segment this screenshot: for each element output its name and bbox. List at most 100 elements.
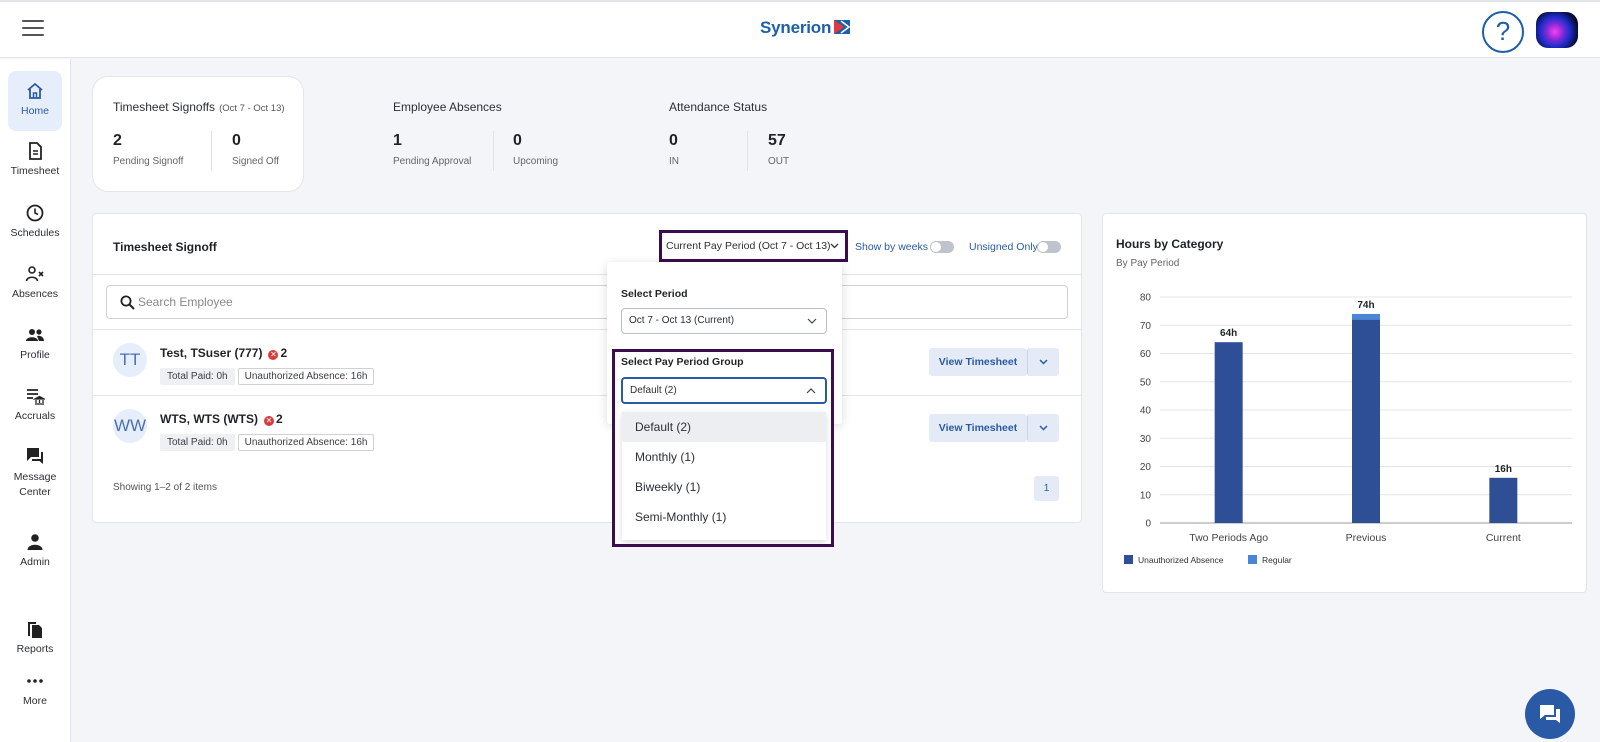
sidebar-item-profile[interactable]: Profile [8, 325, 62, 361]
total-paid-chip: Total Paid: 0h [160, 368, 235, 385]
row-menu-button[interactable] [1027, 348, 1059, 376]
user-avatar[interactable] [1536, 12, 1578, 48]
divider [93, 395, 1081, 396]
sidebar-item-label: Reports [16, 643, 54, 655]
hours-by-category-chart: 0 10 20 30 40 50 60 70 80 64h Two Periods Ago 74h Pr… [1124, 293, 1572, 565]
sidebar-item-reports[interactable]: Reports [8, 619, 62, 655]
x-tick-label: Previous [1346, 532, 1387, 544]
divider [93, 329, 1081, 330]
option-semi-monthly[interactable]: Semi-Monthly (1) [622, 502, 826, 532]
bar-unauthorized-absence [1352, 319, 1380, 523]
view-timesheet-button[interactable]: View Timesheet [929, 348, 1027, 376]
error-icon: ✕ [263, 416, 274, 426]
data-label: 64h [1220, 328, 1237, 339]
sidebar-item-accruals[interactable]: Accruals [8, 386, 62, 422]
sidebar-item-label: Accruals [14, 410, 56, 422]
data-label: 74h [1357, 300, 1374, 311]
attendance-title: Attendance Status [669, 100, 768, 114]
table-row-name[interactable]: Test, TSuser (777) ✕ 2 [160, 346, 287, 360]
pay-period-button[interactable]: Current Pay Period (Oct 7 - Oct 13) [659, 230, 848, 262]
x-tick-label: Current [1486, 532, 1521, 544]
signoffs-range: (Oct 7 - Oct 13) [219, 103, 285, 114]
y-tick-label: 70 [1140, 321, 1152, 332]
bar-unauthorized-absence [1214, 342, 1243, 523]
row-menu-button[interactable] [1027, 414, 1059, 442]
pagination-summary: Showing 1–2 of 2 items [113, 482, 217, 493]
chat-button[interactable] [1525, 689, 1575, 739]
show-by-weeks-toggle[interactable] [930, 241, 954, 253]
option-monthly[interactable]: Monthly (1) [622, 442, 826, 472]
sidebar-item-timesheet[interactable]: Timesheet [8, 141, 62, 177]
sidebar-item-label: Profile [20, 349, 50, 361]
search-input[interactable]: Search Employee [106, 285, 1068, 319]
search-icon [120, 295, 135, 310]
divider [747, 131, 748, 171]
page-1-button[interactable]: 1 [1034, 476, 1059, 501]
list-bank-icon [27, 389, 45, 405]
chevron-down-icon [1039, 359, 1048, 365]
y-tick-label: 60 [1140, 349, 1152, 360]
pay-period-group-select[interactable]: Default (2) [621, 377, 827, 404]
app-logo: Synerion [760, 18, 851, 38]
period-select[interactable]: Oct 7 - Oct 13 (Current) [621, 308, 827, 334]
sidebar-item-absences[interactable]: Absences [8, 264, 62, 300]
absence-chip: Unauthorized Absence: 16h [237, 434, 375, 451]
menu-icon[interactable] [22, 20, 44, 36]
table-row-name[interactable]: WTS, WTS (WTS) ✕ 2 [160, 412, 283, 426]
chevron-down-icon [807, 318, 817, 324]
divider [493, 131, 494, 171]
sidebar-item-label: Absences [11, 288, 59, 300]
sidebar-item-label: Schedules [10, 227, 60, 239]
sidebar-item-schedules[interactable]: Schedules [8, 203, 62, 239]
help-button[interactable]: ? [1482, 11, 1524, 53]
out-count[interactable]: 57 [768, 132, 786, 150]
error-icon: ✕ [268, 350, 279, 360]
option-biweekly[interactable]: Biweekly (1) [622, 472, 826, 502]
y-tick-label: 50 [1140, 377, 1152, 388]
out-label: OUT [768, 156, 790, 167]
option-default[interactable]: Default (2) [622, 412, 826, 442]
in-count[interactable]: 0 [669, 132, 678, 150]
unsigned-only-toggle[interactable] [1037, 241, 1061, 253]
legend-entry: Unauthorized Absence [1138, 555, 1224, 565]
select-group-label: Select Pay Period Group [621, 356, 744, 368]
period-select-value: Oct 7 - Oct 13 (Current) [629, 315, 735, 326]
sidebar-item-more[interactable]: More [8, 671, 62, 707]
sidebar-item-admin[interactable]: Admin [8, 532, 62, 568]
pay-period-label: Current Pay Period (Oct 7 - Oct 13) [666, 240, 831, 252]
y-tick-label: 30 [1140, 434, 1152, 445]
divider [93, 274, 1081, 275]
chat-icon [27, 448, 43, 464]
chart-title: Hours by Category [1116, 237, 1224, 251]
error-count: 2 [275, 412, 283, 426]
home-icon [27, 82, 43, 99]
upcoming-count[interactable]: 0 [513, 132, 522, 150]
group-select-value: Default (2) [630, 385, 677, 396]
upcoming-label: Upcoming [513, 156, 559, 167]
bar-unauthorized-absence [1489, 477, 1518, 523]
pending-approval-count[interactable]: 1 [393, 132, 402, 150]
absences-title: Employee Absences [393, 100, 502, 114]
sidebar-item-label: Message [13, 471, 57, 483]
divider [211, 131, 212, 171]
person-x-icon [25, 266, 44, 282]
sidebar-item-message-center[interactable]: Message Center [8, 446, 62, 500]
logo-text: Synerion [760, 18, 832, 37]
view-timesheet-button[interactable]: View Timesheet [929, 414, 1027, 442]
signoffs-summary-card[interactable] [92, 76, 304, 192]
employee-name: WTS, WTS (WTS) [160, 412, 258, 426]
y-tick-label: 0 [1145, 519, 1151, 530]
avatar: WW [113, 409, 147, 443]
employee-name: Test, TSuser (777) [160, 346, 263, 360]
sidebar-item-home[interactable]: Home [8, 71, 62, 131]
pay-period-group-options: Default (2) Monthly (1) Biweekly (1) Sem… [622, 412, 826, 540]
chat-icon [1540, 705, 1560, 723]
logo-flag-icon [834, 20, 851, 34]
panel-title: Timesheet Signoff [113, 240, 217, 254]
show-by-weeks-label: Show by weeks [855, 241, 928, 253]
y-tick-label: 20 [1140, 462, 1152, 473]
legend-swatch [1248, 555, 1257, 564]
signoffs-title-text: Timesheet Signoffs [113, 100, 216, 114]
y-tick-label: 10 [1140, 490, 1152, 501]
reports-icon [28, 622, 42, 638]
